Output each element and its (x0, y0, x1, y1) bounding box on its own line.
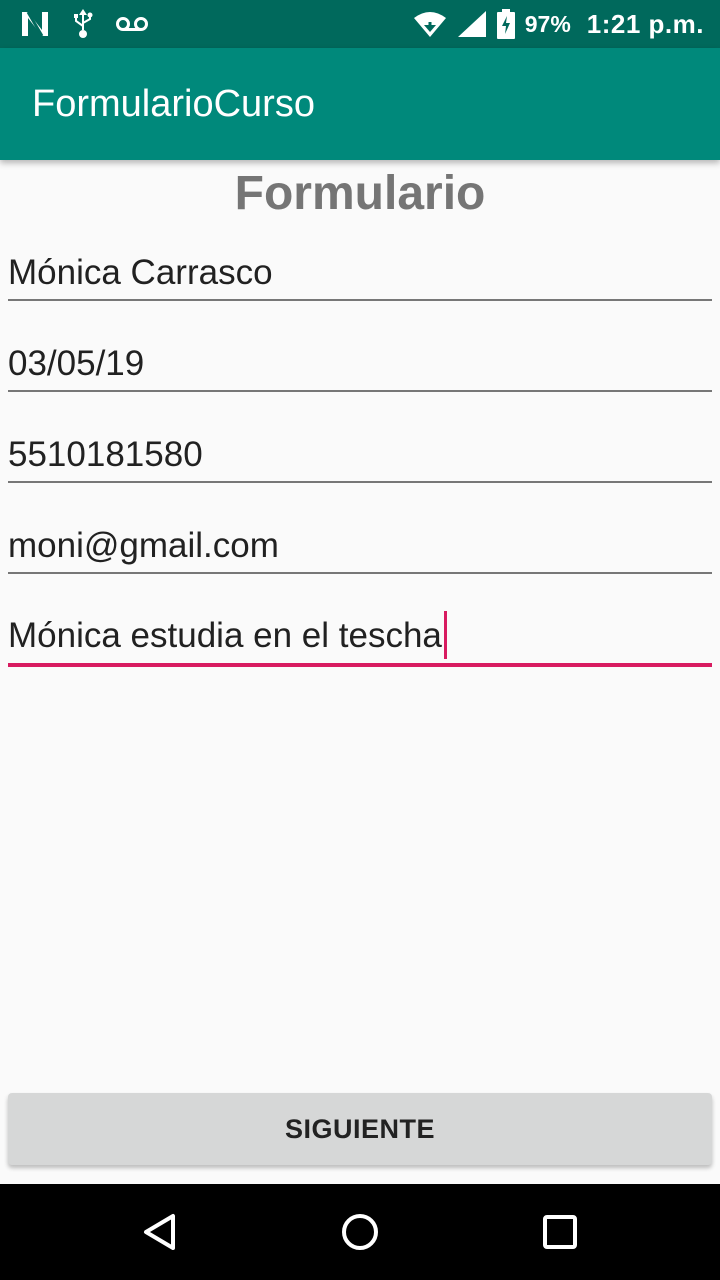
email-field[interactable]: moni@gmail.com (8, 518, 712, 574)
date-field-value: 03/05/19 (8, 344, 145, 383)
status-left-icons (20, 8, 148, 40)
date-field[interactable]: 03/05/19 (8, 336, 712, 392)
next-button[interactable]: SIGUIENTE (8, 1093, 712, 1165)
field-underline (8, 299, 712, 301)
battery-percent: 97% (524, 10, 571, 37)
signal-icon (457, 10, 487, 38)
status-time: 1:21 p.m. (586, 8, 704, 39)
back-icon[interactable] (136, 1208, 184, 1256)
status-bar: 97% 1:21 p.m. (0, 0, 720, 48)
description-field-value: Mónica estudia en el tescha (8, 616, 442, 655)
description-field[interactable]: Mónica estudia en el tescha (8, 611, 712, 667)
wifi-icon (413, 10, 447, 38)
field-underline (8, 390, 712, 392)
name-field[interactable]: Mónica Carrasco (8, 245, 712, 301)
field-underline (8, 481, 712, 483)
status-right-icons: 97% 1:21 p.m. (413, 8, 704, 40)
voicemail-icon (116, 15, 148, 33)
usb-icon (72, 8, 94, 40)
text-cursor (443, 611, 447, 659)
description-field-content: Mónica estudia en el tescha (8, 611, 447, 659)
field-underline-focused (8, 663, 712, 667)
battery-charging-icon (496, 9, 515, 39)
email-field-value: moni@gmail.com (8, 526, 279, 565)
app-bar: FormularioCurso (0, 48, 720, 160)
n-icon (20, 10, 50, 38)
field-underline (8, 572, 712, 574)
form-heading: Formulario (234, 167, 486, 220)
app-title: FormularioCurso (32, 83, 315, 125)
nav-bar (0, 1184, 720, 1280)
phone-field-value: 5510181580 (8, 435, 203, 474)
name-field-value: Mónica Carrasco (8, 253, 273, 292)
phone-field[interactable]: 5510181580 (8, 427, 712, 483)
recents-icon[interactable] (536, 1208, 584, 1256)
home-icon[interactable] (336, 1208, 384, 1256)
